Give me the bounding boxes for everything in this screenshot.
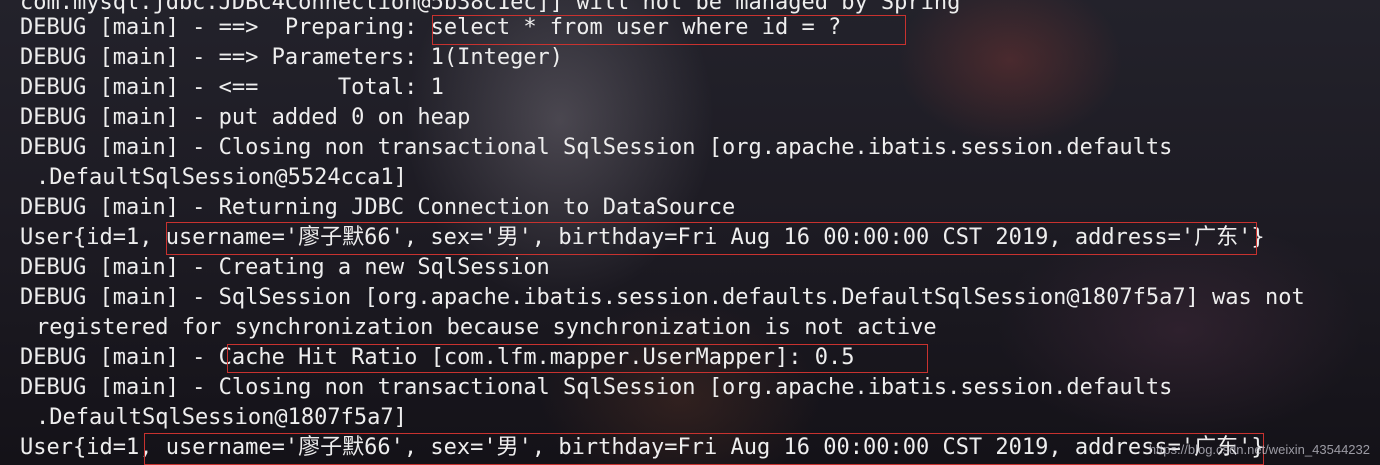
console-line: User{id=1, username='廖子默66', sex='男', bi… [20, 435, 1265, 460]
console-line: DEBUG [main] - Closing non transactional… [20, 375, 1173, 400]
console-output: com.mysql.jdbc.JDBC4Connection@5b38c1ec]… [0, 0, 1380, 465]
console-line: .DefaultSqlSession@1807f5a7] [36, 405, 407, 430]
console-line: DEBUG [main] - ==> Preparing: select * f… [20, 15, 842, 40]
console-line: User{id=1, username='廖子默66', sex='男', bi… [20, 225, 1265, 250]
console-line: .DefaultSqlSession@5524cca1] [36, 165, 407, 190]
console-line: DEBUG [main] - Returning JDBC Connection… [20, 195, 736, 220]
watermark: https://blog.csdn.net/weixin_43544232 [1148, 442, 1370, 457]
console-line: DEBUG [main] - ==> Parameters: 1(Integer… [20, 45, 564, 70]
console-line: DEBUG [main] - Closing non transactional… [20, 135, 1173, 160]
console-line: DEBUG [main] - <== Total: 1 [20, 75, 444, 100]
console-line: DEBUG [main] - put added 0 on heap [20, 105, 471, 130]
console-line: DEBUG [main] - SqlSession [org.apache.ib… [20, 285, 1305, 310]
console-line: DEBUG [main] - Creating a new SqlSession [20, 255, 550, 280]
console-line: registered for synchronization because s… [36, 315, 937, 340]
console-line: DEBUG [main] - Cache Hit Ratio [com.lfm.… [20, 345, 855, 370]
